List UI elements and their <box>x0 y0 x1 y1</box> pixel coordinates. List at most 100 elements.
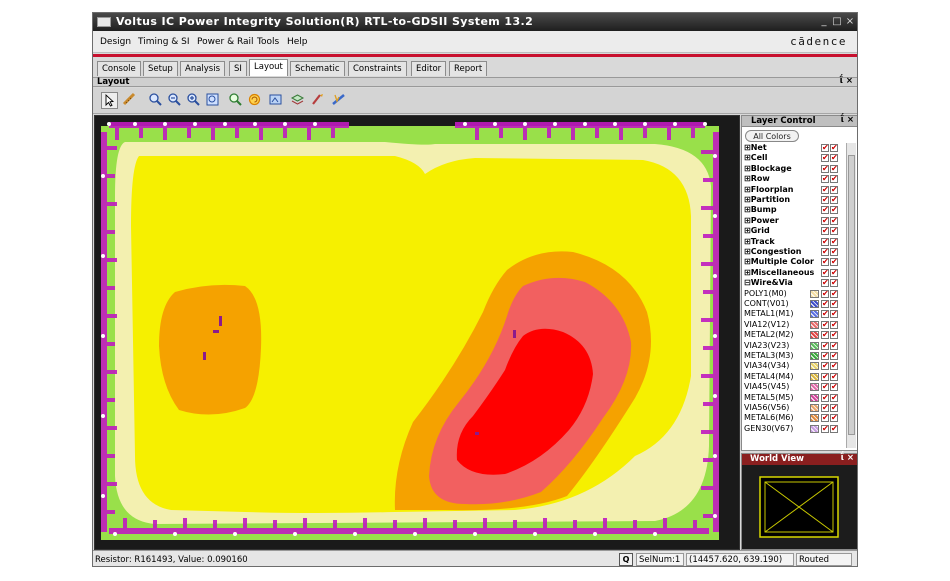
minimize-button[interactable]: _ <box>817 16 831 28</box>
visible-checkbox[interactable]: ✔ <box>821 154 829 163</box>
visible-checkbox[interactable]: ✔ <box>821 268 829 277</box>
visible-checkbox[interactable]: ✔ <box>821 320 829 329</box>
layer-color-swatch[interactable] <box>810 352 819 360</box>
visible-checkbox[interactable]: ✔ <box>821 279 829 288</box>
layer-group-row[interactable]: ⊞Bump ✔ ✔ <box>744 205 844 215</box>
selectable-checkbox[interactable]: ✔ <box>830 154 838 163</box>
selectable-checkbox[interactable]: ✔ <box>830 185 838 194</box>
selectable-checkbox[interactable]: ✔ <box>830 248 838 256</box>
selectable-checkbox[interactable]: ✔ <box>830 404 838 412</box>
layer-group-row[interactable]: ⊞Row ✔ ✔ <box>744 174 844 184</box>
layer-color-swatch[interactable] <box>810 320 819 329</box>
selectable-checkbox[interactable]: ✔ <box>830 237 838 246</box>
zoom-area-icon[interactable] <box>204 92 221 109</box>
layer-group-row[interactable]: ⊞Cell ✔ ✔ <box>744 153 844 163</box>
selectable-checkbox[interactable]: ✔ <box>830 424 838 433</box>
layer-group-row[interactable]: ⊞Power ✔ ✔ <box>744 216 844 226</box>
menu-design[interactable]: Design <box>100 37 131 47</box>
layer-row[interactable]: METAL3(M3) ✔ ✔ <box>744 351 844 361</box>
selectable-checkbox[interactable]: ✔ <box>830 414 838 423</box>
layer-group-row[interactable]: ⊞Miscellaneous ✔ ✔ <box>744 268 844 278</box>
layer-row[interactable]: GEN30(V67) ✔ ✔ <box>744 424 844 434</box>
selectable-checkbox[interactable]: ✔ <box>830 320 838 329</box>
layer-row[interactable]: VIA56(V56) ✔ ✔ <box>744 403 844 413</box>
world-view-minimap[interactable] <box>759 476 839 538</box>
refresh-icon[interactable] <box>246 92 263 109</box>
layer-row[interactable]: VIA23(V23) ✔ ✔ <box>744 341 844 351</box>
selectable-checkbox[interactable]: ✔ <box>830 300 838 308</box>
layer-color-swatch[interactable] <box>810 341 819 350</box>
layer-color-swatch[interactable] <box>810 289 819 298</box>
visible-checkbox[interactable]: ✔ <box>821 393 829 402</box>
layer-color-swatch[interactable] <box>810 404 819 412</box>
menu-timing-si[interactable]: Timing & SI <box>138 37 190 47</box>
selectable-checkbox[interactable]: ✔ <box>830 372 838 381</box>
tab-analysis[interactable]: Analysis <box>180 61 226 76</box>
tab-report[interactable]: Report <box>449 61 488 76</box>
layer-group-row[interactable]: ⊞Floorplan ✔ ✔ <box>744 185 844 195</box>
menu-tools[interactable]: Tools <box>257 37 279 47</box>
layer-row[interactable]: METAL6(M6) ✔ ✔ <box>744 413 844 423</box>
selectable-checkbox[interactable]: ✔ <box>830 206 838 215</box>
layer-control-window-controls[interactable]: ΐ × <box>841 115 854 125</box>
brush-icon[interactable] <box>309 92 326 109</box>
layer-color-swatch[interactable] <box>810 414 819 423</box>
title-bar[interactable]: Voltus IC Power Integrity Solution(R) RT… <box>93 13 857 31</box>
tab-editor[interactable]: Editor <box>411 61 447 76</box>
tab-constraints[interactable]: Constraints <box>348 61 407 76</box>
zoom-previous-icon[interactable] <box>227 92 244 109</box>
layer-color-swatch[interactable] <box>810 331 819 340</box>
tab-si[interactable]: SI <box>229 61 247 76</box>
menu-power-rail[interactable]: Power & Rail <box>197 37 254 47</box>
layer-list-scrollbar[interactable] <box>846 143 856 448</box>
selectable-checkbox[interactable]: ✔ <box>830 227 838 236</box>
visible-checkbox[interactable]: ✔ <box>821 300 829 308</box>
zoom-fit-icon[interactable] <box>185 92 202 109</box>
visible-checkbox[interactable]: ✔ <box>821 237 829 246</box>
visible-checkbox[interactable]: ✔ <box>821 362 829 371</box>
layout-canvas[interactable] <box>94 115 740 550</box>
select-arrow-icon[interactable] <box>101 92 118 109</box>
world-view-window-controls[interactable]: ΐ × <box>841 453 854 463</box>
layer-row[interactable]: VIA45(V45) ✔ ✔ <box>744 382 844 392</box>
selectable-checkbox[interactable]: ✔ <box>830 289 838 298</box>
visible-checkbox[interactable]: ✔ <box>821 404 829 412</box>
layer-color-swatch[interactable] <box>810 362 819 371</box>
all-colors-button[interactable]: All Colors <box>745 130 799 142</box>
selectable-checkbox[interactable]: ✔ <box>830 352 838 360</box>
visible-checkbox[interactable]: ✔ <box>821 331 829 340</box>
visible-checkbox[interactable]: ✔ <box>821 175 829 184</box>
layer-row[interactable]: POLY1(M0) ✔ ✔ <box>744 289 844 299</box>
selectable-checkbox[interactable]: ✔ <box>830 258 838 267</box>
zoom-out-icon[interactable] <box>166 92 183 109</box>
selectable-checkbox[interactable]: ✔ <box>830 175 838 184</box>
layer-color-swatch[interactable] <box>810 300 819 308</box>
visible-checkbox[interactable]: ✔ <box>821 352 829 360</box>
layer-row[interactable]: CONT(V01) ✔ ✔ <box>744 299 844 309</box>
layer-group-row[interactable]: ⊞Grid ✔ ✔ <box>744 226 844 236</box>
selectable-checkbox[interactable]: ✔ <box>830 383 838 392</box>
layer-color-swatch[interactable] <box>810 310 819 319</box>
visible-checkbox[interactable]: ✔ <box>821 248 829 256</box>
tab-schematic[interactable]: Schematic <box>290 61 345 76</box>
layer-row[interactable]: METAL1(M1) ✔ ✔ <box>744 309 844 319</box>
layer-group-row[interactable]: ⊞Partition ✔ ✔ <box>744 195 844 205</box>
selectable-checkbox[interactable]: ✔ <box>830 164 838 173</box>
layer-icon[interactable] <box>289 92 306 109</box>
selectable-checkbox[interactable]: ✔ <box>830 279 838 288</box>
tab-setup[interactable]: Setup <box>143 61 178 76</box>
snapshot-icon[interactable] <box>267 92 284 109</box>
query-button[interactable]: Q <box>619 553 633 566</box>
layout-panel-controls[interactable]: ΐ × <box>840 76 853 86</box>
visible-checkbox[interactable]: ✔ <box>821 341 829 350</box>
layer-row[interactable]: VIA12(V12) ✔ ✔ <box>744 320 844 330</box>
selectable-checkbox[interactable]: ✔ <box>830 268 838 277</box>
visible-checkbox[interactable]: ✔ <box>821 372 829 381</box>
visible-checkbox[interactable]: ✔ <box>821 216 829 225</box>
layer-row[interactable]: METAL5(M5) ✔ ✔ <box>744 393 844 403</box>
visible-checkbox[interactable]: ✔ <box>821 196 829 204</box>
selectable-checkbox[interactable]: ✔ <box>830 331 838 340</box>
selectable-checkbox[interactable]: ✔ <box>830 144 838 152</box>
ruler-measure-icon[interactable] <box>330 92 347 109</box>
layer-group-row[interactable]: ⊞Blockage ✔ ✔ <box>744 164 844 174</box>
